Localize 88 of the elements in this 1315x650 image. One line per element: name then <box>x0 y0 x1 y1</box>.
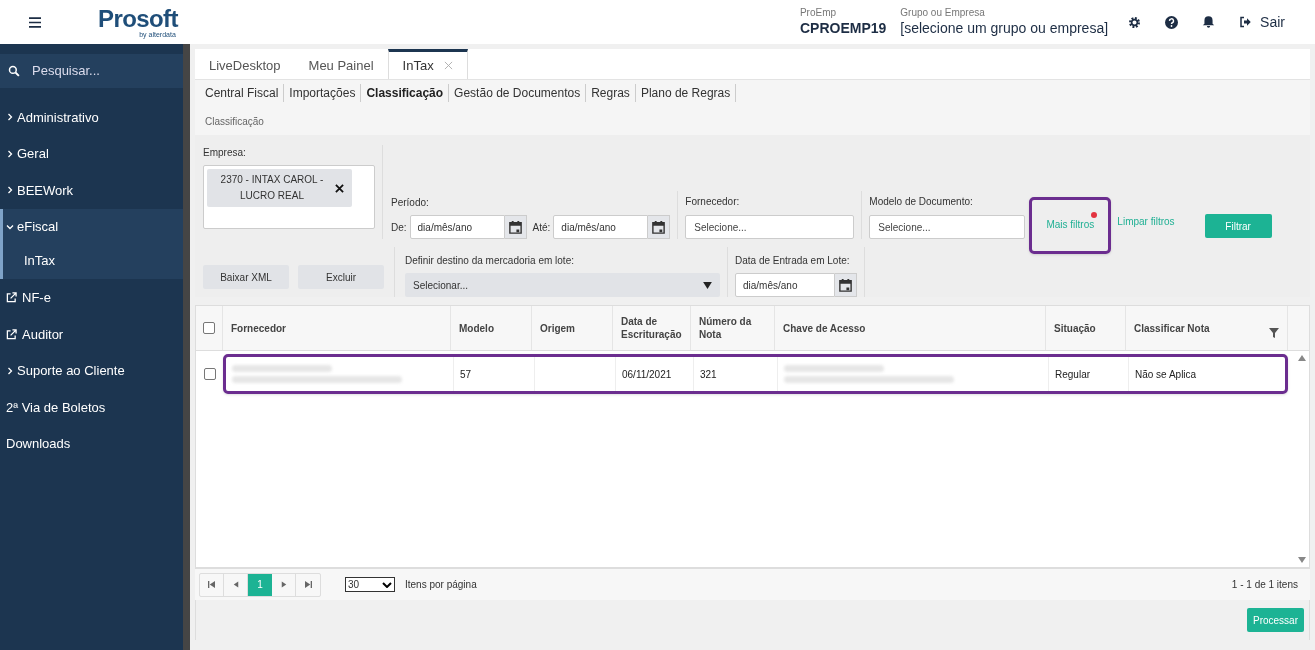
scroll-up-icon[interactable] <box>1298 355 1306 361</box>
sidebar-item[interactable]: Suporte ao Cliente <box>0 352 183 390</box>
action-button[interactable]: Excluir <box>298 265 384 289</box>
select-field[interactable]: Selecione... <box>869 215 1026 239</box>
pagination-summary: 1 - 1 de 1 itens <box>1231 578 1298 592</box>
caret-icon <box>703 281 712 289</box>
next-page-icon <box>280 581 287 588</box>
settings-icon[interactable] <box>1128 15 1142 29</box>
table-cell-text: Regular <box>1055 367 1091 382</box>
date-field[interactable]: dia/mês/ano <box>735 273 835 297</box>
field-label: Definir destino da mercadoria em lote: <box>405 254 575 268</box>
select-field[interactable]: Selecione... <box>685 215 855 239</box>
calendar-button[interactable] <box>504 215 527 239</box>
checkbox[interactable] <box>203 322 215 334</box>
column-header[interactable]: Origem <box>540 321 575 335</box>
column-header[interactable]: Classificar Nota <box>1134 321 1210 335</box>
column-header[interactable]: Número da Nota <box>699 315 766 341</box>
help-icon[interactable] <box>1165 15 1179 29</box>
sidebar-item[interactable]: 2ª Via de Boletos <box>0 389 183 426</box>
remove-icon[interactable] <box>335 183 344 193</box>
sidebar-item[interactable]: Administrativo <box>0 99 183 136</box>
company-chip: 2370 - INTAX CAROL - LUCRO REAL <box>207 169 352 207</box>
field-value: CPROEMP19 <box>799 19 887 37</box>
external-link-icon <box>6 328 17 340</box>
nav-link[interactable]: Classificação <box>360 84 449 102</box>
company-field[interactable]: 2370 - INTAX CAROL - LUCRO REAL <box>203 165 375 229</box>
search-field[interactable]: Pesquisar... <box>32 61 162 81</box>
chevron-down-icon <box>382 581 392 588</box>
logo-text: Prosoft <box>98 6 178 31</box>
search-bar[interactable]: Pesquisar... <box>0 54 183 88</box>
logout-icon <box>1239 16 1253 28</box>
sidebar-item[interactable]: NF-e <box>0 279 183 316</box>
table-cell-text: Não se Aplica <box>1135 367 1197 382</box>
sidebar-item[interactable]: BEEWork <box>0 172 183 209</box>
field-label: Data de Entrada em Lote: <box>735 254 851 268</box>
nav-link[interactable]: Regras <box>585 84 635 102</box>
calendar-button[interactable] <box>835 273 857 297</box>
column-header[interactable]: Modelo <box>459 321 494 335</box>
filter-icon[interactable] <box>1269 328 1279 338</box>
date-field[interactable]: dia/mês/ano <box>553 215 649 239</box>
field-label: De: <box>391 220 407 235</box>
column-header[interactable]: Situação <box>1054 321 1096 335</box>
sidebar-subitem[interactable]: InTax <box>3 245 183 280</box>
nav-link[interactable]: Importações <box>283 84 361 102</box>
table-cell-text: 57 <box>460 367 472 382</box>
logout-button[interactable]: Sair <box>1239 11 1285 33</box>
sidebar-item[interactable]: Auditor <box>0 315 183 353</box>
tab[interactable]: InTax <box>387 49 468 79</box>
per-page-label: Itens por página <box>405 578 477 592</box>
page-size-select[interactable]: 30 <box>345 577 395 592</box>
action-button[interactable]: Baixar XML <box>203 265 289 289</box>
field-label: Fornecedor: <box>685 194 741 209</box>
field-label: Grupo ou Empresa <box>900 7 986 20</box>
field-label: Até: <box>532 220 551 235</box>
sidebar-item[interactable]: eFiscal <box>3 208 183 246</box>
nav-link[interactable]: Central Fiscal <box>200 84 284 102</box>
column-header[interactable]: Chave de Acesso <box>783 321 866 335</box>
destination-dropdown[interactable]: Selecionar... <box>405 273 720 297</box>
field-label: ProEmp <box>799 7 838 20</box>
table-cell-text: 06/11/2021 <box>622 367 672 382</box>
date-field[interactable]: dia/mês/ano <box>409 215 505 239</box>
calendar-button[interactable] <box>648 215 671 239</box>
nav-link[interactable]: Gestão de Documentos <box>448 84 586 102</box>
nav-link[interactable]: Plano de Regras <box>634 84 737 102</box>
calendar-icon <box>507 219 523 235</box>
column-header[interactable]: Fornecedor <box>231 321 286 335</box>
external-link-icon <box>6 292 17 304</box>
field-label: Modelo de Documento: <box>869 194 974 209</box>
scroll-down-icon[interactable] <box>1298 557 1306 563</box>
sidebar-item[interactable]: Downloads <box>0 425 183 463</box>
first-page-icon <box>208 581 215 588</box>
breadcrumb: Classificação <box>205 115 264 129</box>
field-label: Período: <box>391 196 430 210</box>
field-label: Empresa: <box>203 146 247 160</box>
calendar-icon <box>651 219 667 235</box>
tab[interactable]: Meu Painel <box>294 49 388 79</box>
sidebar-item[interactable]: Geral <box>0 135 183 173</box>
tab[interactable]: LiveDesktop <box>195 49 295 79</box>
column-header[interactable]: Data de Escrituração <box>621 315 682 341</box>
bell-icon[interactable] <box>1202 15 1216 29</box>
field-value: [selecione um grupo ou empresa] <box>900 19 1109 37</box>
last-page-icon <box>304 581 312 588</box>
calendar-icon <box>838 277 853 293</box>
table-cell-text: 321 <box>700 367 717 382</box>
search-icon <box>8 65 20 77</box>
previous-page-icon <box>232 581 239 588</box>
menu-icon[interactable] <box>29 16 41 28</box>
checkbox[interactable] <box>203 368 216 380</box>
